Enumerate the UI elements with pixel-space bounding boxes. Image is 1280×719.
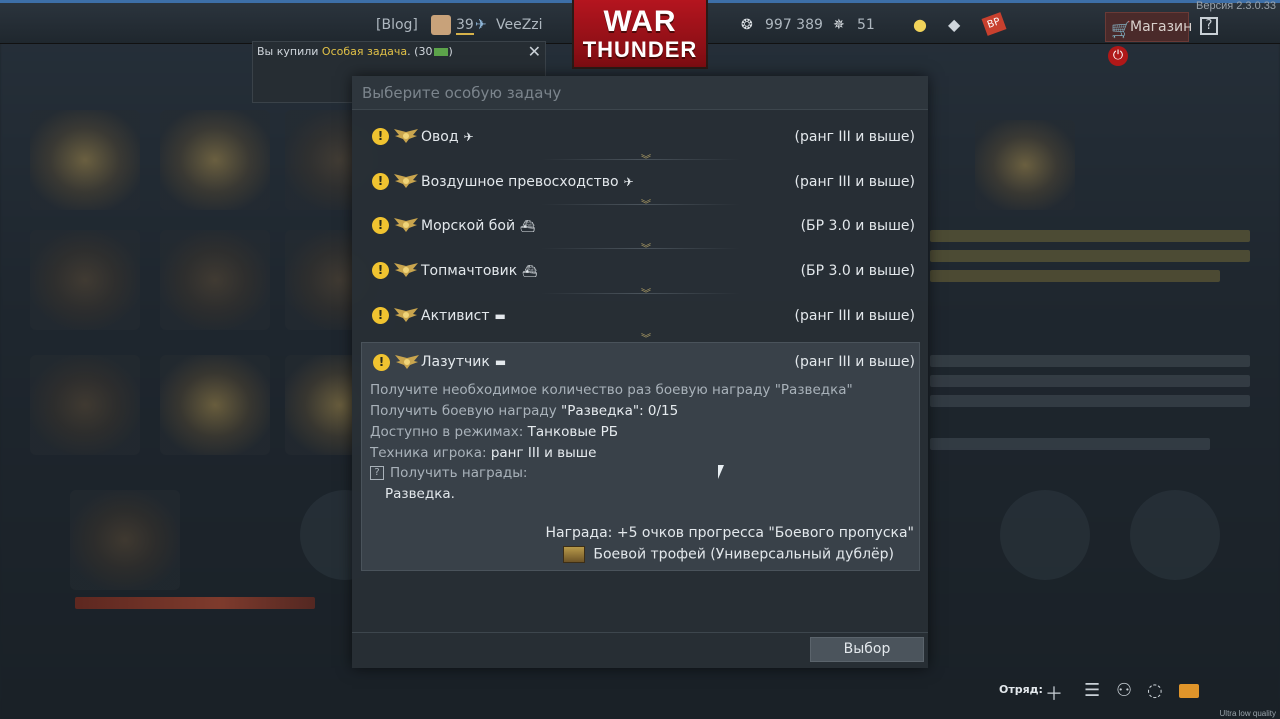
plane-rank-icon: ✈ xyxy=(475,17,487,33)
help-button[interactable]: ? xyxy=(1200,17,1218,35)
money-icon xyxy=(434,48,449,56)
quality-label: Ultra low quality xyxy=(1219,709,1276,718)
warning-icon: ! xyxy=(372,262,389,279)
task-vehicles: Техника игрока: ранг III и выше xyxy=(370,445,597,461)
task-name: Воздушное превосходство ✈ xyxy=(421,174,634,190)
tank-icon: ▬ xyxy=(494,309,506,323)
warning-icon: ! xyxy=(373,354,390,371)
mail-icon[interactable] xyxy=(1179,684,1199,698)
task-item[interactable]: ! Воздушное превосходство ✈ (ранг III и в… xyxy=(361,161,920,211)
task-modes: Доступно в режимах: Танковые РБ xyxy=(370,424,619,440)
silver-lions-icon: ❂ xyxy=(741,17,753,33)
avatar[interactable] xyxy=(431,15,451,35)
background-text xyxy=(930,395,1250,407)
shop-button[interactable]: 🛒 Магазин xyxy=(1105,12,1192,42)
wings-icon xyxy=(395,355,419,369)
task-item[interactable]: ! Овод ✈ (ранг III и выше) ︾ xyxy=(361,116,920,166)
lightbulb-icon[interactable]: ● xyxy=(913,15,927,34)
task-name: Топмачтовик ⛴ xyxy=(421,263,538,279)
wings-icon xyxy=(394,129,418,143)
dialog-header: Выберите особую задачу xyxy=(352,76,928,110)
task-rank: (БР 3.0 и выше) xyxy=(800,263,915,279)
task-name: Активист ▬ xyxy=(421,308,506,324)
tank-icon: ▬ xyxy=(494,355,507,369)
background-tile xyxy=(160,110,270,210)
task-rank: (ранг III и выше) xyxy=(794,308,915,324)
golden-eagles-count[interactable]: 51 xyxy=(857,17,875,33)
task-rank: (ранг III и выше) xyxy=(794,174,915,190)
task-rank: (ранг III и выше) xyxy=(794,129,915,145)
diamond-icon[interactable]: ◆ xyxy=(948,15,960,34)
wings-icon xyxy=(394,218,418,232)
golden-eagles-icon: ✵ xyxy=(833,17,845,33)
background-text xyxy=(930,438,1210,450)
task-description: Получите необходимое количество раз боев… xyxy=(370,382,853,398)
ship-icon: ⛴ xyxy=(520,219,536,233)
task-rank: (БР 3.0 и выше) xyxy=(800,218,915,234)
mouse-cursor xyxy=(718,465,724,479)
warning-icon: ! xyxy=(372,307,389,324)
background-text xyxy=(930,230,1250,242)
plus-icon[interactable]: ＋ xyxy=(1045,680,1063,706)
task-progress: Получить боевую награду "Разведка": 0/15 xyxy=(370,403,679,419)
background-text xyxy=(930,270,1220,282)
selected-task[interactable]: ! Лазутчик ▬ (ранг III и выше) Получите н… xyxy=(361,342,920,571)
task-item[interactable]: ! Морской бой ⛴ (БР 3.0 и выше) ︾ xyxy=(361,205,920,255)
award-item: Разведка. xyxy=(385,486,455,502)
warning-icon: ! xyxy=(372,173,389,190)
chest-icon xyxy=(563,546,586,563)
background-tile xyxy=(975,120,1075,210)
background-text xyxy=(930,355,1250,367)
task-name: Овод ✈ xyxy=(421,129,474,145)
task-item[interactable]: ! Топмачтовик ⛴ (БР 3.0 и выше) ︾ xyxy=(361,250,920,300)
task-name: Морской бой ⛴ xyxy=(421,218,536,234)
background-tile xyxy=(160,230,270,330)
background-tile xyxy=(160,355,270,455)
special-task-dialog: Выберите особую задачу ! Овод ✈ (ранг III… xyxy=(352,76,928,668)
wings-icon xyxy=(394,308,418,322)
task-item[interactable]: ! Активист ▬ (ранг III и выше) ︾ xyxy=(361,295,920,345)
squad-label: Отряд: xyxy=(999,683,1043,696)
background-progress-bar xyxy=(75,597,315,609)
divider xyxy=(352,632,928,633)
background-text xyxy=(930,375,1250,387)
player-name[interactable]: VeeZzi xyxy=(496,17,543,33)
chat-icon[interactable]: ◌ xyxy=(1147,680,1163,701)
close-icon[interactable]: ✕ xyxy=(528,42,541,61)
blog-link[interactable]: [Blog] xyxy=(376,17,418,33)
notification-text: Вы купили Особая задача. (30) xyxy=(257,45,453,58)
silver-lions-count[interactable]: 997 389 xyxy=(765,17,823,33)
wings-icon xyxy=(394,263,418,277)
version-label: Версия 2.3.0.33 xyxy=(1196,0,1276,12)
friends-icon[interactable]: ⚇ xyxy=(1116,680,1132,701)
ship-icon: ⛴ xyxy=(522,264,538,278)
background-tile xyxy=(30,355,140,455)
task-rank: (ранг III и выше) xyxy=(794,354,915,370)
trophy-reward: Боевой трофей (Универсальный дублёр) xyxy=(563,546,894,563)
player-level: 39 xyxy=(456,17,474,35)
background-tile xyxy=(30,110,140,210)
warning-icon: ! xyxy=(372,128,389,145)
dialog-title: Выберите особую задачу xyxy=(362,84,562,102)
background-tile xyxy=(30,230,140,330)
plane-icon: ✈ xyxy=(463,130,474,144)
power-icon[interactable]: ⏻ xyxy=(1108,46,1128,66)
list-icon[interactable]: ☰ xyxy=(1084,680,1100,701)
background-text xyxy=(930,250,1250,262)
background-circle xyxy=(1000,490,1090,580)
background-tile xyxy=(70,490,180,590)
cart-icon: 🛒 xyxy=(1111,20,1131,39)
war-thunder-logo: WAR THUNDER xyxy=(572,0,708,69)
background-circle xyxy=(1130,490,1220,580)
wings-icon xyxy=(394,174,418,188)
task-name: Лазутчик ▬ xyxy=(421,354,507,370)
warning-icon: ! xyxy=(372,217,389,234)
reward-text: Награда: +5 очков прогресса "Боевого про… xyxy=(545,525,914,541)
choose-button[interactable]: Выбор xyxy=(810,637,924,662)
question-icon[interactable]: ? xyxy=(370,466,384,480)
plane-icon: ✈ xyxy=(623,175,634,189)
get-awards-label: ? Получить награды: xyxy=(370,465,527,481)
